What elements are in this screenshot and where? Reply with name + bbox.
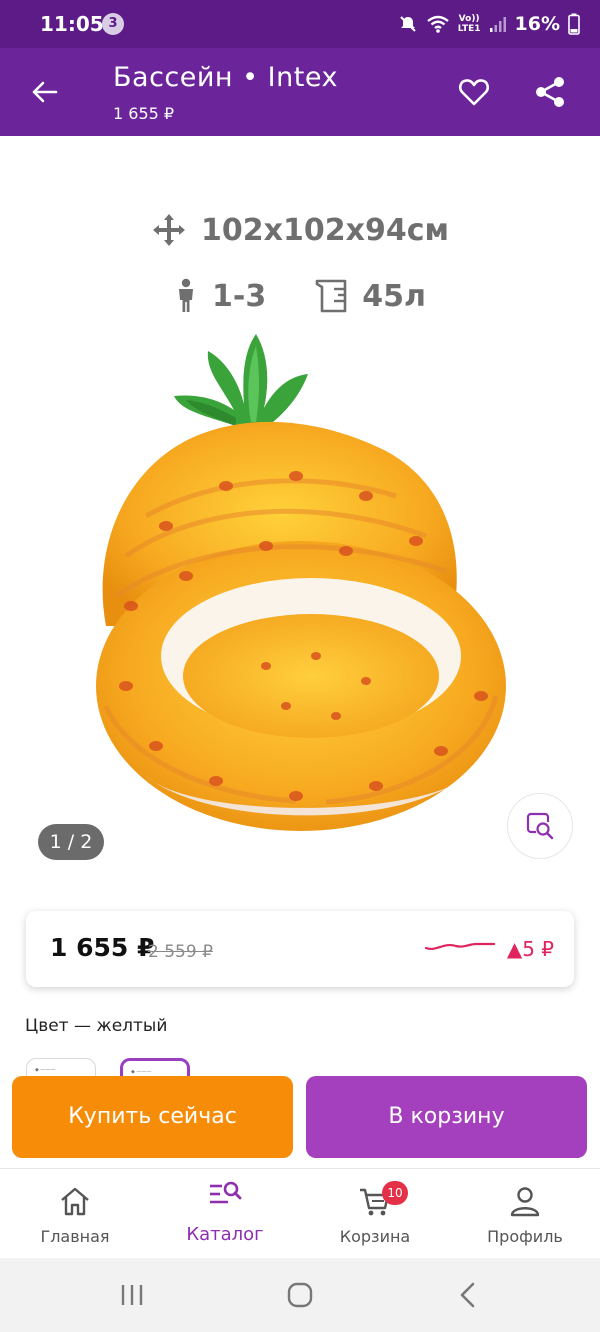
recent-apps-button[interactable] xyxy=(102,1278,162,1312)
share-icon xyxy=(536,77,564,107)
arrow-left-icon xyxy=(32,81,58,103)
nav-label-catalog: Каталог xyxy=(186,1224,264,1245)
bottom-navigation: Главная Каталог Корзина Профиль xyxy=(0,1168,600,1258)
image-search-icon xyxy=(526,812,554,840)
status-time: 11:05 xyxy=(40,12,104,36)
chevron-left-icon xyxy=(460,1282,475,1308)
page-subtitle-price: 1 655 ₽ xyxy=(113,104,175,123)
app-bar: Бассейн • Intex 1 655 ₽ xyxy=(0,48,600,136)
volume-value: 45л xyxy=(362,278,426,314)
home-circle-icon xyxy=(287,1282,313,1308)
measuring-cup-icon xyxy=(315,279,347,313)
nav-item-home[interactable]: Главная xyxy=(0,1169,150,1259)
battery-level: 16% xyxy=(514,13,560,35)
nav-label-profile: Профиль xyxy=(487,1227,563,1246)
buy-now-button[interactable]: Купить сейчас xyxy=(12,1076,293,1158)
status-icons: Vo)) LTE1 16% xyxy=(398,10,580,38)
nav-item-catalog[interactable]: Каталог xyxy=(150,1169,300,1259)
old-price: 2 559 ₽ xyxy=(148,942,213,962)
spec-age: 1-3 xyxy=(174,278,266,314)
home-icon xyxy=(61,1187,89,1216)
signal-icon xyxy=(489,17,506,32)
age-value: 1-3 xyxy=(212,278,267,314)
network-label-bottom: LTE1 xyxy=(457,24,481,34)
network-label-top: Vo)) xyxy=(458,14,480,24)
page-title: Бассейн • Intex xyxy=(113,62,338,93)
mute-icon xyxy=(400,16,416,32)
current-price: 1 655 ₽ xyxy=(50,933,155,962)
image-search-button[interactable] xyxy=(507,793,573,859)
dimensions-value: 102x102x94см xyxy=(201,212,449,248)
child-icon xyxy=(179,278,194,312)
network-type: Vo)) LTE1 xyxy=(458,14,481,34)
product-image-pineapple-pool xyxy=(96,334,506,831)
spec-dimensions: 102x102x94см xyxy=(0,212,600,248)
notification-count-badge: 3 xyxy=(102,13,124,35)
battery-icon xyxy=(568,13,580,35)
price-trend-sparkline xyxy=(424,942,496,950)
spec-row: 1-3 45л xyxy=(0,278,600,314)
nav-label-home: Главная xyxy=(40,1227,110,1246)
home-system-button[interactable] xyxy=(270,1278,330,1312)
catalog-search-icon xyxy=(210,1181,242,1204)
back-button[interactable] xyxy=(22,70,66,114)
nav-item-profile[interactable]: Профиль xyxy=(450,1169,600,1259)
status-bar: 11:05 3 Vo)) LTE1 16% xyxy=(0,0,600,48)
cart-count-badge: 10 xyxy=(382,1181,408,1205)
color-label: Цвет — желтый xyxy=(25,1016,168,1036)
share-button[interactable] xyxy=(528,70,572,114)
recent-apps-icon xyxy=(121,1285,143,1305)
image-counter: 1 / 2 xyxy=(38,824,104,860)
product-gallery[interactable]: 102x102x94см 1-3 45л 1 / 2 xyxy=(0,136,600,876)
nav-label-cart: Корзина xyxy=(339,1227,411,1246)
price-card[interactable]: 1 655 ₽ 2 559 ₽ ▲5 ₽ xyxy=(26,911,574,987)
spec-volume: 45л xyxy=(314,278,426,314)
heart-icon xyxy=(459,79,489,106)
app-screen: 11:05 3 Vo)) LTE1 16% Бассейн • Intex 1 … xyxy=(0,0,600,1332)
system-navigation-bar xyxy=(0,1258,600,1332)
nav-item-cart[interactable]: Корзина xyxy=(300,1169,450,1259)
back-system-button[interactable] xyxy=(438,1278,498,1312)
favorite-button[interactable] xyxy=(452,70,496,114)
user-icon xyxy=(510,1187,540,1217)
wifi-icon xyxy=(426,15,449,33)
price-change: ▲5 ₽ xyxy=(506,937,554,961)
add-to-cart-button[interactable]: В корзину xyxy=(306,1076,587,1158)
move-arrows-icon xyxy=(153,214,185,246)
